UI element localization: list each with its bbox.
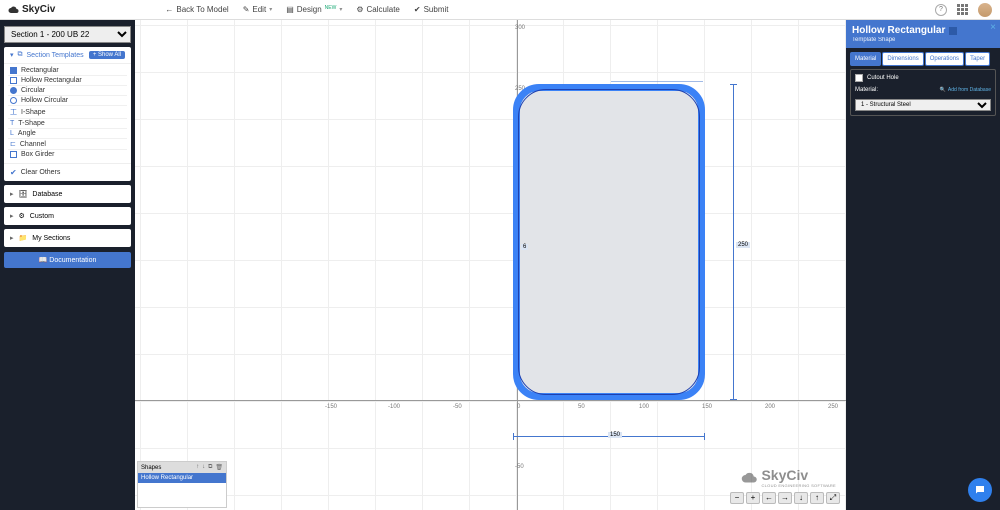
brand-watermark: SkyCivCLOUD ENGINEERING SOFTWARE: [741, 467, 836, 488]
section-selector[interactable]: Section 1 - 200 UB 22: [4, 26, 131, 43]
collapse-icon[interactable]: ▾: [10, 51, 14, 59]
dim-vertical-label[interactable]: 250: [736, 242, 750, 248]
apps-icon[interactable]: [957, 4, 968, 15]
templates-title: Section Templates: [27, 52, 84, 59]
shapes-panel-title: Shapes: [141, 465, 161, 471]
my-sections-accordion[interactable]: ▸ 📁 My Sections: [4, 229, 131, 247]
zoom-controls: − + ← → ↓ ↑ ⤢: [730, 492, 840, 504]
material-select[interactable]: 1 - Structural Steel: [855, 99, 991, 111]
dim-vertical-line: [733, 84, 734, 400]
material-tab-body: Cutout Hole Material: 🔍 Add from Databas…: [850, 69, 996, 116]
tab-operations[interactable]: Operations: [925, 52, 964, 66]
templates-icon: ⧉: [18, 51, 23, 59]
tick-x--50: -50: [453, 404, 462, 410]
cloud-icon: [741, 469, 759, 487]
template-i-shape[interactable]: 工I-Shape: [8, 106, 127, 119]
x-axis: [135, 400, 846, 401]
tick-x-100: 100: [639, 404, 649, 410]
pan-right-button[interactable]: →: [778, 492, 792, 504]
template-circular[interactable]: Circular: [8, 86, 127, 96]
pan-left-button[interactable]: ←: [762, 492, 776, 504]
design-menu[interactable]: ▤ DesignNEW ▾: [286, 5, 342, 14]
tick-x-200: 200: [765, 404, 775, 410]
back-to-model-button[interactable]: ← Back To Model: [165, 5, 228, 14]
zoom-out-button[interactable]: −: [730, 492, 744, 504]
shapes-delete-icon[interactable]: 🗑: [215, 464, 223, 471]
property-tabs: Material Dimensions Operations Taper: [850, 52, 996, 66]
shapes-up-icon[interactable]: ↑: [196, 464, 199, 471]
tick-x--150: -150: [325, 404, 337, 410]
show-all-button[interactable]: + Show All: [89, 51, 125, 59]
zoom-fit-button[interactable]: ⤢: [826, 492, 840, 504]
chat-button[interactable]: [968, 478, 992, 502]
help-icon[interactable]: ?: [935, 4, 947, 16]
template-t-shape[interactable]: TT-Shape: [8, 119, 127, 129]
tick-y--50: -50: [515, 464, 524, 470]
tick-x-0: 0: [517, 404, 520, 410]
edit-menu[interactable]: ✎ Edit ▾: [243, 5, 273, 14]
material-label: Material:: [855, 87, 878, 93]
cloud-icon: [8, 4, 20, 16]
right-panel-header: Hollow Rectangular Template Shape: [846, 20, 1000, 48]
tick-x-50: 50: [578, 404, 585, 410]
hollow-rectangular-shape[interactable]: [513, 84, 705, 400]
edit-icon[interactable]: [949, 27, 957, 35]
calculate-button[interactable]: ⚙ Calculate: [356, 5, 400, 14]
submit-button[interactable]: ✔ Submit: [414, 5, 449, 14]
checkbox-icon: [855, 74, 863, 82]
canvas-area[interactable]: 300 250 200 150 100 50 -50 -150 -100 -50…: [135, 20, 846, 510]
add-from-database-link[interactable]: 🔍 Add from Database: [940, 87, 991, 93]
chat-icon: [974, 484, 986, 496]
zoom-in-button[interactable]: +: [746, 492, 760, 504]
custom-accordion[interactable]: ▸ ⚙ Custom: [4, 207, 131, 225]
template-box-girder[interactable]: Box Girder: [8, 150, 127, 159]
tick-y-300: 300: [515, 25, 525, 31]
pan-down-button[interactable]: ↓: [794, 492, 808, 504]
check-icon: ✔: [10, 168, 17, 177]
canvas-grid: [135, 20, 846, 510]
section-templates-panel: ▾ ⧉ Section Templates + Show All Rectang…: [4, 47, 131, 181]
left-sidebar: Section 1 - 200 UB 22 ▾ ⧉ Section Templa…: [0, 20, 135, 510]
right-sidebar: × Hollow Rectangular Template Shape Mate…: [846, 20, 1000, 510]
shapes-panel: Shapes ↑ ↓ ⧉ 🗑 Hollow Rectangular: [137, 461, 227, 508]
dim-horizontal-label[interactable]: 150: [608, 432, 622, 438]
close-icon[interactable]: ×: [990, 22, 996, 33]
tab-taper[interactable]: Taper: [965, 52, 990, 66]
clear-others-toggle[interactable]: ✔ Clear Others: [4, 163, 131, 181]
template-hollow-rectangular[interactable]: Hollow Rectangular: [8, 76, 127, 86]
tick-x-250: 250: [828, 404, 838, 410]
shapes-list-item[interactable]: Hollow Rectangular: [138, 473, 226, 483]
app-header: SkyCiv ← Back To Model ✎ Edit ▾ ▤ Design…: [0, 0, 1000, 20]
tab-material[interactable]: Material: [850, 52, 881, 66]
brand-logo: SkyCiv: [8, 4, 55, 16]
header-actions: ← Back To Model ✎ Edit ▾ ▤ DesignNEW ▾ ⚙…: [165, 5, 448, 14]
documentation-button[interactable]: 📖 Documentation: [4, 252, 131, 268]
tick-x--100: -100: [388, 404, 400, 410]
template-hollow-circular[interactable]: Hollow Circular: [8, 96, 127, 106]
dim-thickness-line: [611, 81, 703, 82]
shapes-down-icon[interactable]: ↓: [202, 464, 205, 471]
right-subtitle: Template Shape: [852, 37, 994, 43]
pan-up-button[interactable]: ↑: [810, 492, 824, 504]
database-accordion[interactable]: ▸ 🗄 Database: [4, 185, 131, 203]
template-channel[interactable]: ⊏Channel: [8, 139, 127, 150]
shapes-copy-icon[interactable]: ⧉: [208, 464, 212, 471]
template-rectangular[interactable]: Rectangular: [8, 66, 127, 76]
dim-thickness-label[interactable]: 6: [521, 244, 528, 250]
cutout-hole-checkbox[interactable]: Cutout Hole: [855, 74, 991, 82]
tick-x-150: 150: [702, 404, 712, 410]
template-angle[interactable]: LAngle: [8, 129, 127, 139]
user-avatar[interactable]: [978, 3, 992, 17]
tab-dimensions[interactable]: Dimensions: [882, 52, 923, 66]
